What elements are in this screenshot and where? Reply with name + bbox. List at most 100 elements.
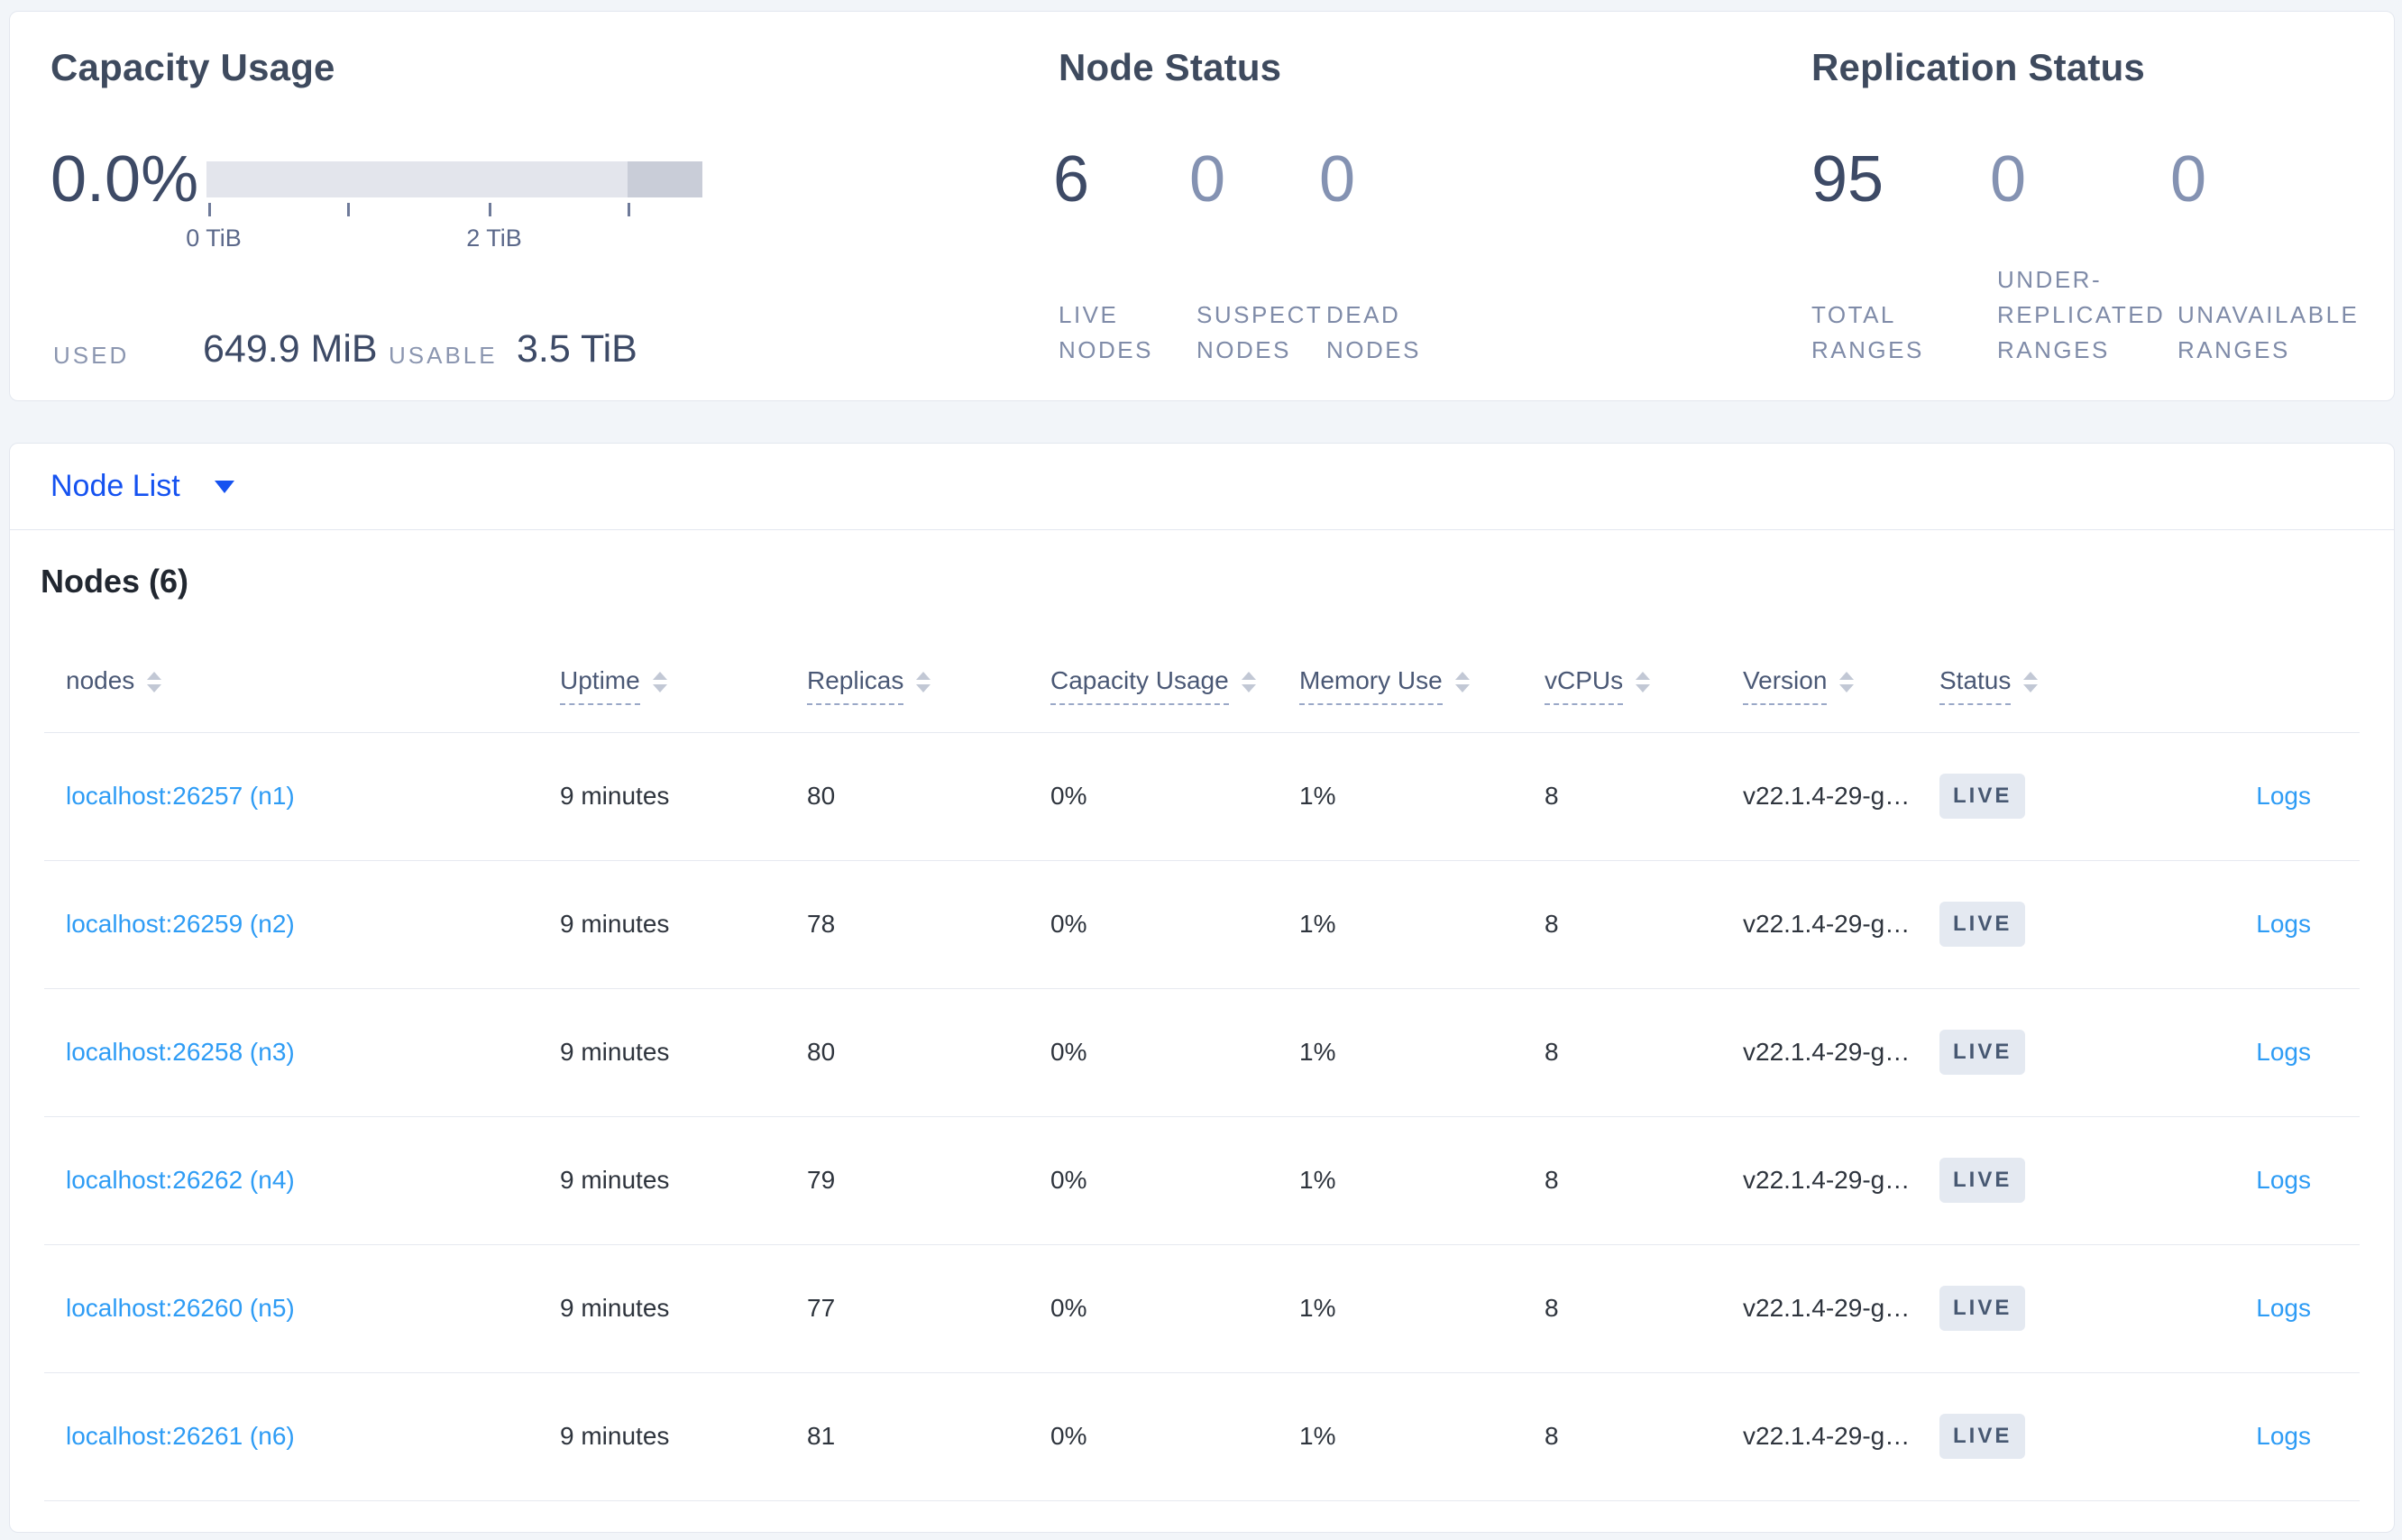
replicas-cell: 80 [807,988,1050,1117]
cluster-summary-card: Capacity Usage 0.0% 0 TiB 2 TiB USED 649… [9,11,2395,401]
version-cell: v22.1.4-29-g… [1743,1372,1939,1501]
suspect-nodes-label: SUSPECT NODES [1196,301,1323,363]
caret-down-icon [214,480,234,493]
table-row: localhost:26261 (n6) 9 minutes 81 0% 1% … [44,1372,2360,1501]
column-header-nodes[interactable]: nodes [44,635,560,733]
status-badge: LIVE [1939,1030,2026,1075]
node-address-cell: localhost:26259 (n2) [44,860,560,989]
column-header-vcpus[interactable]: vCPUs [1545,635,1743,733]
vcpus-cell: 8 [1545,988,1743,1117]
logs-link[interactable]: Logs [2256,1166,2311,1194]
under-replicated-ranges-count: 0 [1990,143,2027,215]
status-cell: LIVE [1939,1244,2138,1373]
vcpus-cell: 8 [1545,732,1743,861]
usable-label: USABLE [389,342,498,369]
memory-use-cell: 1% [1299,860,1545,989]
sort-icon [1636,671,1651,692]
memory-use-cell: 1% [1299,988,1545,1117]
table-row: localhost:26257 (n1) 9 minutes 80 0% 1% … [44,732,2360,861]
total-ranges-count: 95 [1811,143,1884,215]
status-cell: LIVE [1939,988,2138,1117]
usable-value: 3.5 TiB [517,327,637,371]
live-nodes-label: LIVE NODES [1059,301,1153,363]
logs-link[interactable]: Logs [2256,1294,2311,1322]
under-replicated-ranges-label: UNDER-REPLICATED RANGES [1997,266,2166,363]
vcpus-cell: 8 [1545,860,1743,989]
status-cell: LIVE [1939,1116,2138,1245]
sort-icon [2023,671,2039,692]
vcpus-cell: 8 [1545,1372,1743,1501]
used-label: USED [53,342,130,369]
uptime-cell: 9 minutes [560,860,807,989]
table-row: localhost:26262 (n4) 9 minutes 79 0% 1% … [44,1116,2360,1245]
column-header-replicas[interactable]: Replicas [807,635,1050,733]
suspect-nodes-count: 0 [1189,143,1226,215]
node-link[interactable]: localhost:26258 (n3) [66,1038,295,1066]
status-badge: LIVE [1939,902,2026,947]
table-row: localhost:26258 (n3) 9 minutes 80 0% 1% … [44,988,2360,1117]
logs-link[interactable]: Logs [2256,782,2311,810]
status-badge: LIVE [1939,1414,2026,1459]
capacity-usage-cell: 0% [1050,1372,1299,1501]
logs-cell: Logs [2138,988,2360,1117]
vcpus-cell: 8 [1545,1244,1743,1373]
capacity-axis-label: 2 TiB [466,225,522,252]
node-link[interactable]: localhost:26257 (n1) [66,782,295,810]
sort-icon [916,671,931,692]
node-link[interactable]: localhost:26262 (n4) [66,1166,295,1194]
vcpus-cell: 8 [1545,1116,1743,1245]
node-list-dropdown[interactable]: Node List [9,443,2395,530]
column-header-uptime[interactable]: Uptime [560,635,807,733]
capacity-usage-title: Capacity Usage [50,46,335,88]
table-row: localhost:26260 (n5) 9 minutes 77 0% 1% … [44,1244,2360,1373]
node-status-title: Node Status [1059,46,1282,88]
capacity-usage-cell: 0% [1050,860,1299,989]
capacity-bar [206,161,702,197]
uptime-cell: 9 minutes [560,1244,807,1373]
logs-link[interactable]: Logs [2256,910,2311,938]
nodes-card: Nodes (6) nodes Uptime Replicas Capacity… [9,530,2395,1533]
column-header-capacity-usage[interactable]: Capacity Usage [1050,635,1299,733]
memory-use-cell: 1% [1299,1372,1545,1501]
capacity-usage-cell: 0% [1050,1116,1299,1245]
replicas-cell: 81 [807,1372,1050,1501]
sort-icon [1454,671,1470,692]
sort-icon [1839,671,1855,692]
node-address-cell: localhost:26258 (n3) [44,988,560,1117]
dead-nodes-count: 0 [1319,143,1356,215]
sort-icon [652,671,667,692]
status-badge: LIVE [1939,1286,2026,1331]
table-header-row: nodes Uptime Replicas Capacity Usage Mem… [44,635,2360,733]
version-cell: v22.1.4-29-g… [1743,860,1939,989]
unavailable-ranges-label: UNAVAILABLE RANGES [2177,301,2360,363]
node-link[interactable]: localhost:26260 (n5) [66,1294,295,1322]
column-header-status[interactable]: Status [1939,635,2138,733]
replicas-cell: 78 [807,860,1050,989]
capacity-percent: 0.0% [50,143,199,215]
status-badge: LIVE [1939,774,2026,819]
logs-link[interactable]: Logs [2256,1038,2311,1066]
node-address-cell: localhost:26257 (n1) [44,732,560,861]
replicas-cell: 77 [807,1244,1050,1373]
column-header-version[interactable]: Version [1743,635,1939,733]
db-console-overview: Capacity Usage 0.0% 0 TiB 2 TiB USED 649… [0,0,2402,1540]
node-address-cell: localhost:26261 (n6) [44,1372,560,1501]
node-address-cell: localhost:26262 (n4) [44,1116,560,1245]
status-cell: LIVE [1939,860,2138,989]
capacity-usage-cell: 0% [1050,732,1299,861]
version-cell: v22.1.4-29-g… [1743,1116,1939,1245]
node-link[interactable]: localhost:26261 (n6) [66,1422,295,1450]
capacity-axis-tick [208,203,211,216]
live-nodes-count: 6 [1053,143,1090,215]
column-header-memory-use[interactable]: Memory Use [1299,635,1545,733]
node-link[interactable]: localhost:26259 (n2) [66,910,295,938]
status-badge: LIVE [1939,1158,2026,1203]
table-body: localhost:26257 (n1) 9 minutes 80 0% 1% … [44,732,2360,1501]
logs-link[interactable]: Logs [2256,1422,2311,1450]
version-cell: v22.1.4-29-g… [1743,1244,1939,1373]
logs-cell: Logs [2138,860,2360,989]
logs-cell: Logs [2138,1244,2360,1373]
replicas-cell: 79 [807,1116,1050,1245]
nodes-table: nodes Uptime Replicas Capacity Usage Mem… [44,635,2360,1501]
nodes-section-title: Nodes (6) [41,563,189,600]
